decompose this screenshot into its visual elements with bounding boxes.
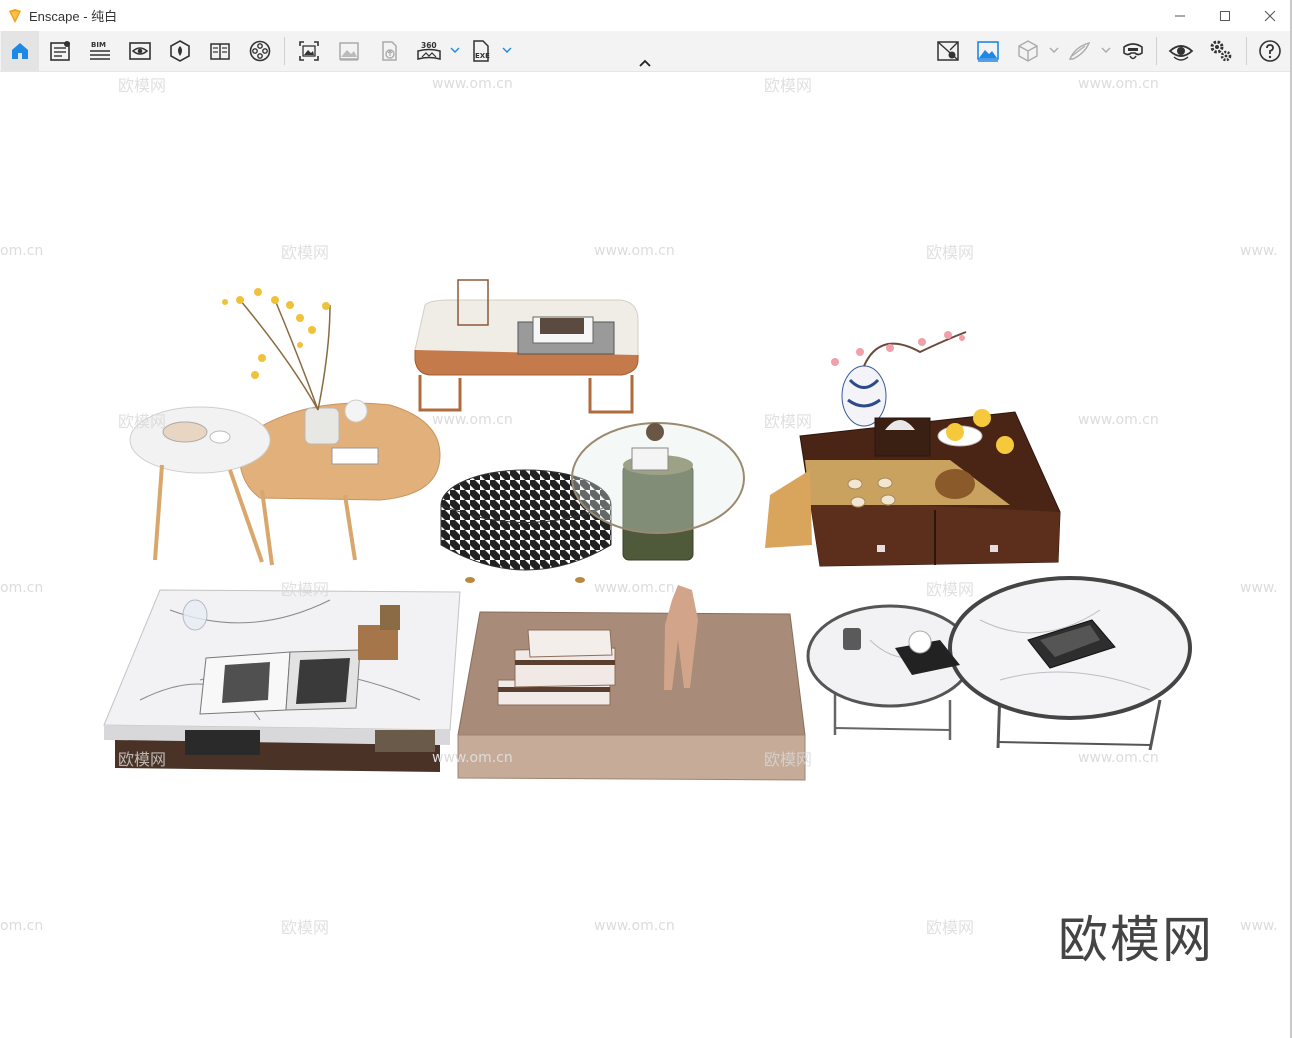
- watermark-site-partial: www.: [1240, 580, 1278, 596]
- watermark-site-partial: om.cn: [0, 243, 44, 259]
- panorama-dropdown-icon[interactable]: [450, 45, 460, 55]
- close-button[interactable]: [1247, 0, 1292, 31]
- view-mode-button[interactable]: [1013, 36, 1043, 66]
- watermark-brand: 欧模网: [764, 76, 813, 95]
- watermark-site: www.om.cn: [1078, 750, 1159, 766]
- watermark-site: www.om.cn: [1078, 412, 1159, 428]
- round-marble-nesting-tables: [806, 576, 1192, 751]
- upload-icon: [382, 41, 397, 61]
- project-info-icon: [50, 41, 70, 61]
- watermark-brand: 欧模网: [118, 412, 167, 431]
- views-icon: [129, 42, 151, 60]
- toolbar-separator-help: [1246, 37, 1247, 65]
- export-dropdown-icon[interactable]: [502, 45, 512, 55]
- project-info-button[interactable]: [45, 36, 75, 66]
- maximize-button[interactable]: [1202, 0, 1247, 31]
- capture-manager-icon: [937, 41, 959, 61]
- close-icon: [1264, 10, 1275, 21]
- furniture-scene: [103, 279, 1192, 781]
- watermark-brand: 欧模网: [926, 580, 975, 599]
- watermark-site: www.om.cn: [594, 918, 675, 934]
- title-bar: Enscape - 纯白: [0, 0, 1292, 31]
- asset-library-button[interactable]: [165, 36, 195, 66]
- asset-library-icon: [170, 40, 190, 62]
- watermark-site: www.om.cn: [1078, 76, 1159, 92]
- watermark-brand: 欧模网: [118, 76, 167, 95]
- collapse-toolbar-chevron-icon[interactable]: [637, 58, 653, 68]
- settings-gears-icon: [1210, 40, 1232, 62]
- screenshot-icon: [299, 41, 319, 61]
- bim-button[interactable]: BIM: [85, 36, 115, 66]
- cube-view-icon: [1018, 40, 1038, 62]
- panorama-button[interactable]: 360: [414, 36, 444, 66]
- help-icon: [1259, 40, 1281, 62]
- image-visual-settings-icon: [977, 41, 999, 62]
- watermark-site-partial: om.cn: [0, 918, 44, 934]
- pano-360-text: 360: [421, 41, 437, 50]
- watermark-site-partial: om.cn: [0, 580, 44, 596]
- watermark-brand: 欧模网: [764, 750, 813, 769]
- wood-tea-table: [765, 331, 1061, 567]
- watermark-site-partial: www.: [1240, 243, 1278, 259]
- watermark-brand: 欧模网: [281, 580, 330, 599]
- minimize-icon: [1174, 15, 1185, 16]
- bim-icon: BIM: [90, 41, 110, 60]
- watermark-site: www.om.cn: [594, 580, 675, 596]
- visual-settings-button[interactable]: [973, 36, 1003, 66]
- panorama-360-icon: 360: [417, 41, 441, 60]
- upload-button[interactable]: [374, 36, 404, 66]
- enscape-logo-icon: [9, 8, 21, 23]
- feedback-dropdown-icon[interactable]: [1101, 45, 1111, 55]
- watermark-site: www.om.cn: [594, 243, 675, 259]
- material-editor-button[interactable]: [205, 36, 235, 66]
- watermark-site: www.om.cn: [432, 750, 513, 766]
- pen-feedback-icon: [1068, 41, 1091, 60]
- toolbar-separator: [284, 37, 285, 65]
- video-editor-button[interactable]: [245, 36, 275, 66]
- vr-button[interactable]: [1118, 36, 1148, 66]
- watermark-brand: 欧模网: [926, 918, 975, 937]
- watermark-brand: 欧模网: [926, 243, 975, 262]
- watermark-brand: 欧模网: [281, 918, 330, 937]
- minimize-button[interactable]: [1157, 0, 1202, 31]
- export-exe-button[interactable]: EXE: [466, 36, 496, 66]
- toolbar-separator-right: [1156, 37, 1157, 65]
- export-exe-icon: EXE: [473, 40, 490, 62]
- help-button[interactable]: [1255, 36, 1285, 66]
- video-editor-icon: [249, 40, 271, 62]
- exe-text: EXE: [475, 52, 490, 60]
- views-button[interactable]: [125, 36, 155, 66]
- home-icon: [12, 43, 28, 59]
- eye-preview-icon: [1168, 45, 1194, 61]
- batch-render-button[interactable]: [334, 36, 364, 66]
- capture-manager-button[interactable]: [933, 36, 963, 66]
- watermark-brand: 欧模网: [764, 412, 813, 431]
- screenshot-button[interactable]: [294, 36, 324, 66]
- brand-watermark-large: 欧模网: [1058, 911, 1214, 969]
- render-viewport[interactable]: 欧模网 www.om.cn 欧模网 www.om.cn om.cn 欧模网 ww…: [0, 72, 1290, 1038]
- maximize-icon: [1219, 10, 1230, 21]
- view-mode-dropdown-icon[interactable]: [1049, 45, 1059, 55]
- watermark-brand: 欧模网: [118, 750, 167, 769]
- settings-button[interactable]: [1206, 36, 1236, 66]
- material-editor-icon: [210, 43, 230, 60]
- feedback-button[interactable]: [1065, 36, 1095, 66]
- watermark-site: www.om.cn: [432, 412, 513, 428]
- window-title: Enscape - 纯白: [29, 9, 118, 24]
- preview-button[interactable]: [1166, 36, 1196, 66]
- marble-copper-coffee-table: [414, 279, 639, 414]
- marble-low-coffee-table: [103, 589, 461, 772]
- home-button[interactable]: [1, 31, 39, 71]
- batch-render-icon: [339, 42, 359, 61]
- bim-text: BIM: [91, 41, 106, 49]
- wood-petal-coffee-table: [129, 288, 441, 566]
- vr-headset-icon: [1123, 43, 1143, 60]
- watermark-site-partial: www.: [1240, 918, 1278, 934]
- watermark-site: www.om.cn: [432, 76, 513, 92]
- watermark-brand: 欧模网: [281, 243, 330, 262]
